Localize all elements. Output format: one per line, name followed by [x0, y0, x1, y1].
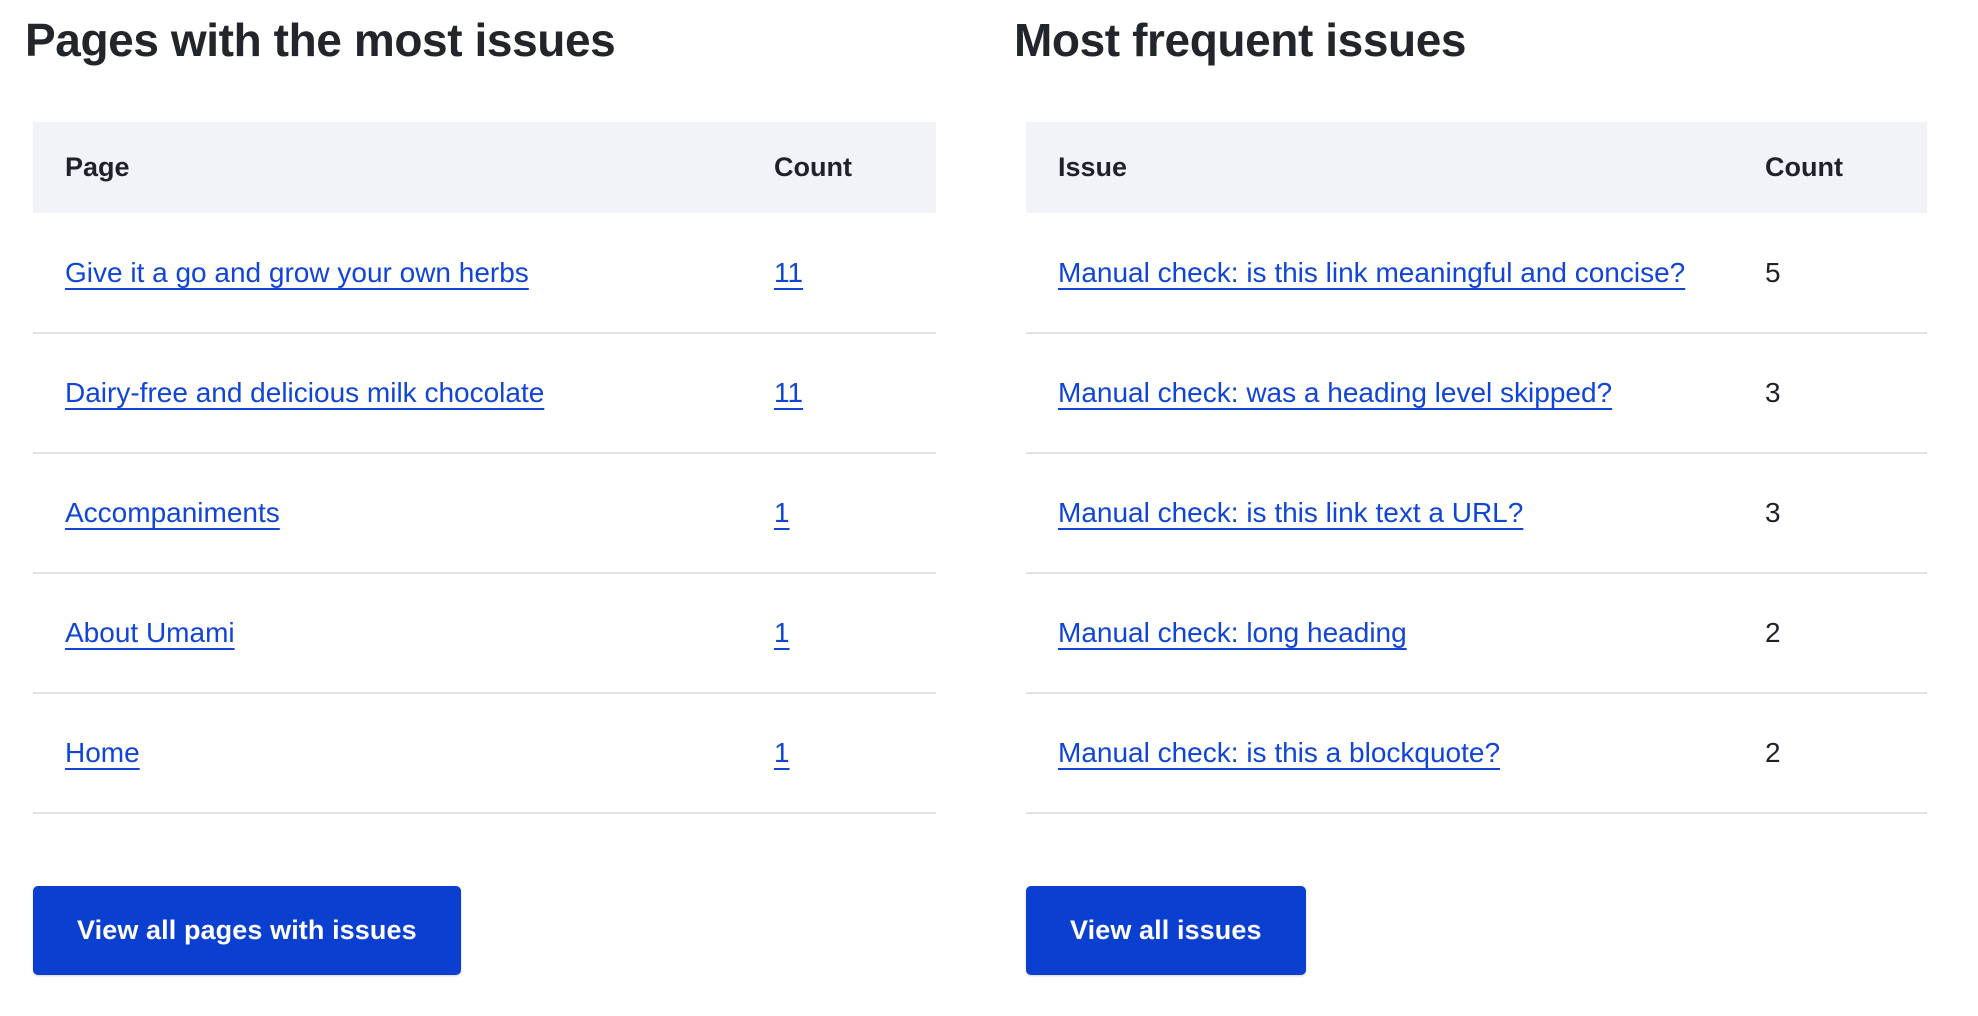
- column-header-issue: Issue: [1026, 122, 1765, 213]
- table-cell-page: Accompaniments: [33, 453, 774, 574]
- page-title-most-frequent-issues: Most frequent issues: [1014, 14, 1467, 66]
- issue-link[interactable]: Manual check: was a heading level skippe…: [1058, 377, 1612, 408]
- table-cell-issue: Manual check: long heading: [1026, 573, 1765, 694]
- pages-with-issues-table: Page Count Give it a go and grow your ow…: [33, 122, 936, 814]
- view-all-pages-with-issues-button[interactable]: View all pages with issues: [33, 886, 461, 975]
- column-header-count: Count: [1765, 122, 1927, 213]
- count-value: 5: [1765, 256, 1781, 288]
- table-row: Manual check: is this link meaningful an…: [1026, 213, 1927, 334]
- table-body: Manual check: is this link meaningful an…: [1026, 213, 1927, 814]
- table-cell-issue: Manual check: was a heading level skippe…: [1026, 333, 1765, 454]
- issue-link[interactable]: Manual check: is this link text a URL?: [1058, 497, 1523, 528]
- table-row: Manual check: is this link text a URL? 3: [1026, 453, 1927, 574]
- table-cell-issue: Manual check: is this link text a URL?: [1026, 453, 1765, 574]
- table-row: Manual check: was a heading level skippe…: [1026, 333, 1927, 454]
- column-header-page: Page: [33, 122, 774, 213]
- table-row: Accompaniments 1: [33, 453, 936, 574]
- count-value: 2: [1765, 737, 1781, 768]
- table-cell-issue: Manual check: is this link meaningful an…: [1026, 213, 1765, 334]
- page-title-pages-with-most-issues: Pages with the most issues: [25, 14, 616, 66]
- table-row: Manual check: long heading 2: [1026, 573, 1927, 694]
- table-body: Give it a go and grow your own herbs 11 …: [33, 213, 936, 814]
- page-link[interactable]: Home: [65, 737, 140, 768]
- table-cell-count: 11: [774, 333, 936, 454]
- pages-with-most-issues-panel: Pages with the most issues Page Count Gi…: [0, 0, 989, 975]
- page-link[interactable]: Dairy-free and delicious milk chocolate: [65, 377, 544, 408]
- table-header: Page Count: [33, 122, 936, 213]
- count-link[interactable]: 1: [774, 497, 790, 528]
- page-link[interactable]: Give it a go and grow your own herbs: [65, 257, 529, 288]
- count-link[interactable]: 1: [774, 617, 790, 648]
- table-header: Issue Count: [1026, 122, 1927, 213]
- view-all-issues-button[interactable]: View all issues: [1026, 886, 1306, 975]
- table-cell-count: 1: [774, 453, 936, 574]
- column-header-count: Count: [774, 122, 936, 213]
- page-link[interactable]: About Umami: [65, 617, 235, 648]
- table-row: Give it a go and grow your own herbs 11: [33, 213, 936, 334]
- table-cell-count: 3: [1765, 333, 1927, 454]
- issues-summary-board: Pages with the most issues Page Count Gi…: [0, 0, 1978, 1016]
- table-cell-count: 11: [774, 213, 936, 334]
- table-cell-page: Dairy-free and delicious milk chocolate: [33, 333, 774, 454]
- count-value: 3: [1765, 377, 1781, 408]
- count-link[interactable]: 1: [774, 737, 790, 768]
- table-row: Manual check: is this a blockquote? 2: [1026, 693, 1927, 814]
- count-value: 3: [1765, 497, 1781, 528]
- table-cell-count: 2: [1765, 693, 1927, 814]
- table-cell-count: 1: [774, 573, 936, 694]
- table-cell-count: 2: [1765, 573, 1927, 694]
- count-link[interactable]: 11: [774, 377, 803, 408]
- table-cell-page: Home: [33, 693, 774, 814]
- table-header-row: Issue Count: [1026, 122, 1927, 213]
- table-row: About Umami 1: [33, 573, 936, 694]
- table-cell-page: Give it a go and grow your own herbs: [33, 213, 774, 334]
- table-cell-count: 5: [1765, 213, 1927, 334]
- issue-link[interactable]: Manual check: is this link meaningful an…: [1058, 257, 1685, 288]
- most-frequent-issues-table: Issue Count Manual check: is this link m…: [1026, 122, 1927, 814]
- table-row: Home 1: [33, 693, 936, 814]
- page-link[interactable]: Accompaniments: [65, 497, 280, 528]
- issue-link[interactable]: Manual check: long heading: [1058, 617, 1407, 648]
- table-cell-issue: Manual check: is this a blockquote?: [1026, 693, 1765, 814]
- issue-link[interactable]: Manual check: is this a blockquote?: [1058, 737, 1500, 768]
- table-header-row: Page Count: [33, 122, 936, 213]
- table-cell-count: 3: [1765, 453, 1927, 574]
- table-row: Dairy-free and delicious milk chocolate …: [33, 333, 936, 454]
- count-link[interactable]: 11: [774, 257, 803, 288]
- table-cell-page: About Umami: [33, 573, 774, 694]
- most-frequent-issues-panel: Most frequent issues Issue Count Manual …: [989, 0, 1978, 975]
- count-value: 2: [1765, 617, 1781, 648]
- table-cell-count: 1: [774, 693, 936, 814]
